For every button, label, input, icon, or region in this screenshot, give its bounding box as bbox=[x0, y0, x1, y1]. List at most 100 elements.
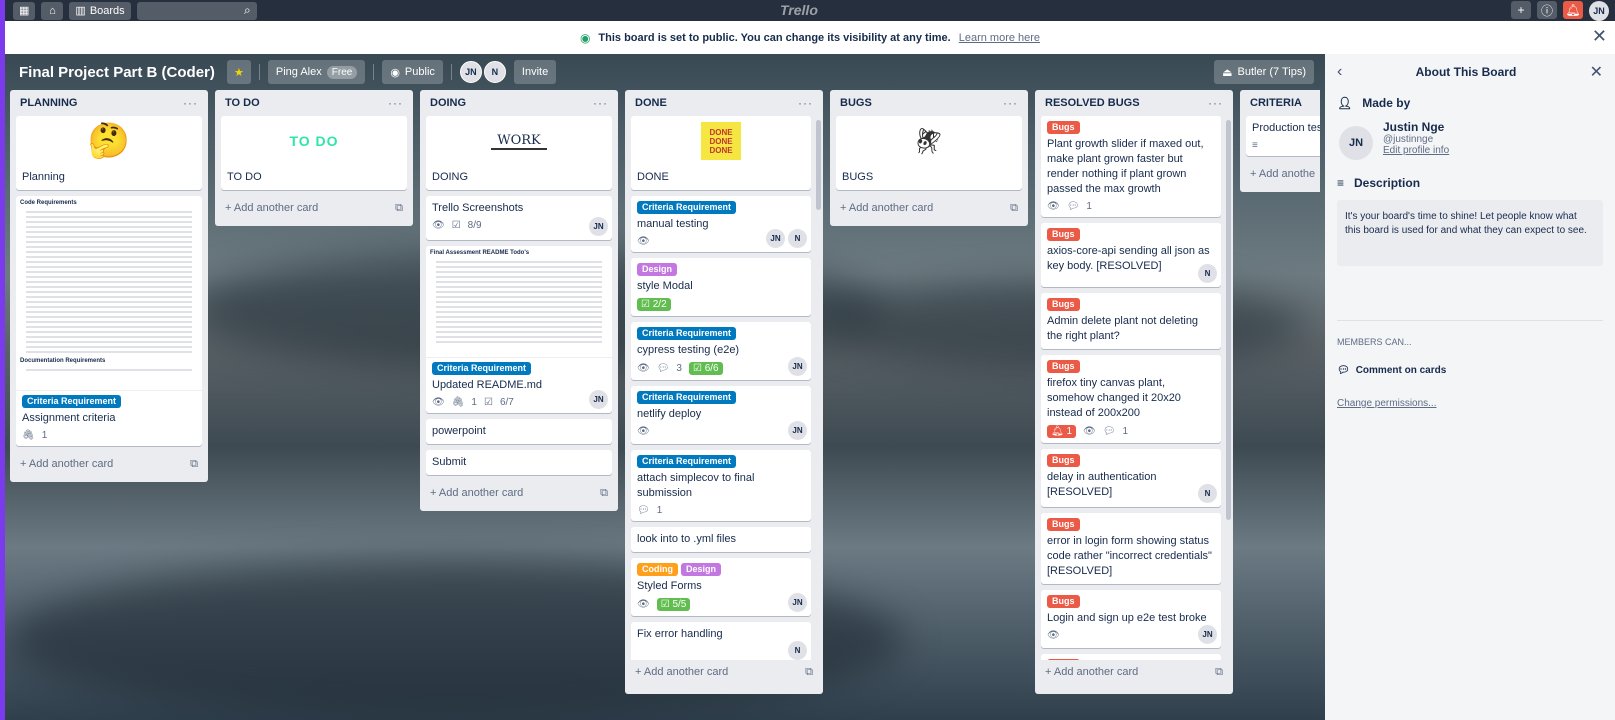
member-avatar[interactable]: N bbox=[788, 229, 807, 248]
template-icon[interactable]: ⧉ bbox=[1215, 666, 1223, 679]
member-avatar[interactable]: JN bbox=[766, 229, 785, 248]
team-button[interactable]: Ping Alex Free bbox=[267, 60, 366, 84]
card-powerpoint[interactable]: powerpoint bbox=[426, 419, 612, 444]
list-planning: PLANNING ··· 🤔 Planning Code Requirements… bbox=[10, 90, 208, 482]
member-avatar[interactable]: JN bbox=[788, 421, 807, 440]
card-fix-error-handling[interactable]: Fix error handling N bbox=[631, 622, 811, 660]
list-menu-icon[interactable]: ··· bbox=[388, 96, 403, 110]
member-avatar[interactable]: JN bbox=[589, 217, 608, 236]
member-avatar[interactable]: JN bbox=[459, 61, 482, 83]
user-avatar[interactable]: JN bbox=[1589, 1, 1609, 21]
list-title[interactable]: DONE bbox=[635, 97, 667, 109]
list-menu-icon[interactable]: ··· bbox=[593, 96, 608, 110]
add-card-button[interactable]: + Add another card ⧉ bbox=[221, 196, 407, 220]
card-delay-auth[interactable]: Bugs delay in authentication [RESOLVED] … bbox=[1041, 449, 1221, 507]
apps-menu-button[interactable]: ▦ bbox=[13, 1, 36, 20]
card-styled-forms[interactable]: Coding Design Styled Forms 👁︎ ☑ 5/5 JN bbox=[631, 558, 811, 616]
add-card-button[interactable]: + Add another card ⧉ bbox=[16, 452, 202, 476]
card-title: Updated README.md bbox=[432, 379, 543, 391]
watch-icon: 👁︎ bbox=[637, 363, 650, 374]
card-planning[interactable]: 🤔 Planning bbox=[16, 116, 202, 190]
card-simplecov[interactable]: Criteria Requirement attach simplecov to… bbox=[631, 450, 811, 521]
card-submit[interactable]: Submit bbox=[426, 450, 612, 475]
card-manual-testing[interactable]: Criteria Requirement manual testing 👁︎ J… bbox=[631, 196, 811, 252]
info-button[interactable]: ⓘ bbox=[1537, 1, 1557, 19]
learn-more-link[interactable]: Learn more here bbox=[959, 32, 1040, 44]
board-title[interactable]: Final Project Part B (Coder) bbox=[15, 64, 219, 81]
template-icon[interactable]: ⧉ bbox=[190, 458, 198, 471]
member-avatar[interactable]: JN bbox=[788, 593, 807, 612]
list-menu-icon[interactable]: ··· bbox=[1208, 96, 1223, 110]
card-netlify-deploy[interactable]: Criteria Requirement netlify deploy 👁︎ J… bbox=[631, 386, 811, 444]
add-card-button[interactable]: + Add anothe bbox=[1246, 162, 1320, 186]
member-avatar[interactable]: JN bbox=[1198, 625, 1217, 644]
template-icon[interactable]: ⧉ bbox=[805, 666, 813, 679]
card-done[interactable]: DONE DONE DONE DONE bbox=[631, 116, 811, 190]
card-assignment-criteria[interactable]: Code Requirements Documentation Requirem… bbox=[16, 196, 202, 446]
description-box[interactable]: It's your board's time to shine! Let peo… bbox=[1337, 200, 1603, 266]
close-icon[interactable]: ✕ bbox=[1590, 62, 1603, 82]
list-menu-icon[interactable]: ··· bbox=[798, 96, 813, 110]
card-title: Fix error handling bbox=[637, 628, 723, 640]
made-by-heading: Made by bbox=[1362, 96, 1411, 110]
card-plant-growth-slider[interactable]: Bugs Plant growth slider if maxed out, m… bbox=[1041, 116, 1221, 217]
member-avatar[interactable]: JN bbox=[788, 357, 807, 376]
card-login-error[interactable]: Bugs error in login form showing status … bbox=[1041, 513, 1221, 584]
template-icon[interactable]: ⧉ bbox=[1010, 202, 1018, 215]
creator-avatar[interactable]: JN bbox=[1339, 126, 1373, 160]
card-axios-json[interactable]: Bugs axios-core-api sending all json as … bbox=[1041, 223, 1221, 287]
list-scrollbar[interactable] bbox=[1226, 120, 1231, 520]
close-icon[interactable]: ✕ bbox=[1592, 26, 1607, 47]
card-style-modal[interactable]: Design style Modal ☑ 2/2 bbox=[631, 258, 811, 316]
search-input[interactable]: ⌕ bbox=[136, 1, 257, 20]
butler-button[interactable]: ⏏ Butler (7 Tips) bbox=[1214, 60, 1314, 84]
template-icon[interactable]: ⧉ bbox=[600, 487, 608, 500]
chevron-left-icon[interactable]: ‹ bbox=[1337, 63, 1342, 81]
home-button[interactable]: ⌂ bbox=[41, 1, 64, 20]
star-button[interactable]: ★ bbox=[226, 60, 251, 84]
card-trello-screenshots[interactable]: Trello Screenshots 👁︎ ☑ 8/9 JN bbox=[426, 196, 612, 240]
card-partial[interactable]: Bugs bbox=[1041, 654, 1221, 660]
card-todo[interactable]: TO DO TO DO bbox=[221, 116, 407, 190]
list-title[interactable]: BUGS bbox=[840, 97, 872, 109]
member-avatar[interactable]: N bbox=[1198, 484, 1217, 503]
card-title: cypress testing (e2e) bbox=[637, 344, 740, 356]
list-title[interactable]: PLANNING bbox=[20, 97, 77, 109]
member-avatar[interactable]: JN bbox=[589, 390, 608, 409]
card-cover-document: Code Requirements Documentation Requirem… bbox=[16, 196, 202, 391]
list-title[interactable]: DOING bbox=[430, 97, 466, 109]
create-button[interactable]: + bbox=[1511, 1, 1531, 19]
add-card-button[interactable]: + Add another card ⧉ bbox=[1041, 660, 1227, 684]
list-title[interactable]: RESOLVED BUGS bbox=[1045, 97, 1140, 109]
card-e2e-test[interactable]: Bugs Login and sign up e2e test broke 👁︎… bbox=[1041, 590, 1221, 648]
list-scrollbar[interactable] bbox=[816, 120, 821, 210]
edit-profile-link[interactable]: Edit profile info bbox=[1383, 145, 1449, 156]
list-menu-icon[interactable]: ··· bbox=[1003, 96, 1018, 110]
card-admin-delete[interactable]: Bugs Admin delete plant not deleting the… bbox=[1041, 293, 1221, 349]
member-avatar[interactable]: N bbox=[483, 61, 506, 83]
member-avatar[interactable]: N bbox=[1198, 264, 1217, 283]
info-icon: ⓘ bbox=[1540, 3, 1553, 18]
invite-button[interactable]: Invite bbox=[513, 60, 557, 84]
boards-button[interactable]: ▥ Boards bbox=[69, 1, 131, 20]
card-bugs[interactable]: 🪰︎ BUGS bbox=[836, 116, 1022, 190]
add-card-button[interactable]: + Add another card ⧉ bbox=[836, 196, 1022, 220]
card-production-test[interactable]: Production tes ≡ bbox=[1246, 116, 1320, 156]
add-card-button[interactable]: + Add another card ⧉ bbox=[426, 481, 612, 505]
card-doing[interactable]: WORK DOING bbox=[426, 116, 612, 190]
template-icon[interactable]: ⧉ bbox=[395, 202, 403, 215]
change-permissions-link[interactable]: Change permissions... bbox=[1337, 398, 1603, 409]
card-yml-files[interactable]: look into to .yml files bbox=[631, 527, 811, 552]
card-cypress-testing[interactable]: Criteria Requirement cypress testing (e2… bbox=[631, 322, 811, 380]
member-avatar[interactable]: N bbox=[788, 641, 807, 660]
card-firefox-canvas[interactable]: Bugs firefox tiny canvas plant, somehow … bbox=[1041, 355, 1221, 443]
list-title[interactable]: CRITERIA bbox=[1250, 97, 1302, 109]
globe-icon: ◉ bbox=[390, 66, 400, 79]
visibility-button[interactable]: ◉ Public bbox=[382, 60, 443, 84]
list-title[interactable]: TO DO bbox=[225, 97, 260, 109]
card-updated-readme[interactable]: Final Assessment README Todo's Criteria … bbox=[426, 246, 612, 413]
trello-logo[interactable]: Trello bbox=[780, 2, 818, 18]
notifications-button[interactable]: 🔔︎ bbox=[1563, 1, 1583, 19]
add-card-button[interactable]: + Add another card ⧉ bbox=[631, 660, 817, 684]
list-menu-icon[interactable]: ··· bbox=[183, 96, 198, 110]
